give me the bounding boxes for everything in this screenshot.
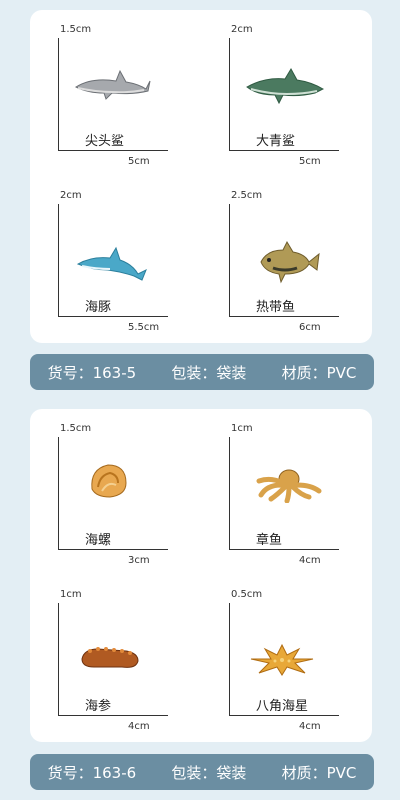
height-axis <box>58 204 59 316</box>
height-axis <box>58 603 59 715</box>
height-label: 0.5cm <box>231 589 263 600</box>
product-card-163-5: 1.5cm 5cm 尖头鲨 2cm 5cm 大青鲨 2cm 5.5cm 海豚 2… <box>30 10 372 343</box>
width-label: 4cm <box>299 721 321 732</box>
dolphin-icon <box>76 246 147 281</box>
height-label: 2cm <box>231 24 253 35</box>
item-blue-shark: 2cm 5cm 大青鲨 <box>201 10 372 176</box>
product-card-163-6: 1.5cm 3cm 海螺 1cm 4cm 章鱼 1cm 4cm 海参 0.5cm… <box>30 409 372 742</box>
item-name: 章鱼 <box>256 533 283 548</box>
item-dolphin: 2cm 5.5cm 海豚 <box>30 176 201 342</box>
height-axis <box>229 204 230 316</box>
item-name: 尖头鲨 <box>85 134 125 149</box>
width-label: 5cm <box>128 156 150 167</box>
width-label: 4cm <box>128 721 150 732</box>
item-tropical-fish: 2.5cm 6cm 热带鱼 <box>201 176 372 342</box>
width-axis <box>58 549 168 550</box>
item-sea-cucumber: 1cm 4cm 海参 <box>30 575 201 741</box>
item-octopus: 1cm 4cm 章鱼 <box>201 409 372 575</box>
height-label: 2.5cm <box>231 190 263 201</box>
height-label: 1cm <box>231 423 253 434</box>
width-axis <box>229 549 339 550</box>
conch-icon <box>91 464 127 498</box>
octopus-icon <box>256 469 322 503</box>
item-name: 大青鲨 <box>256 134 296 149</box>
width-axis <box>229 150 339 151</box>
width-label: 4cm <box>299 555 321 566</box>
height-label: 1.5cm <box>60 24 92 35</box>
height-label: 1cm <box>60 589 82 600</box>
width-axis <box>58 150 168 151</box>
width-axis <box>58 316 168 317</box>
item-conch: 1.5cm 3cm 海螺 <box>30 409 201 575</box>
sea-cucumber-icon <box>81 647 139 668</box>
height-axis <box>58 437 59 549</box>
width-axis <box>229 715 339 716</box>
width-label: 6cm <box>299 322 321 333</box>
item-starfish: 0.5cm 4cm 八角海星 <box>201 575 372 741</box>
material: 材质：PVC <box>281 363 357 382</box>
height-label: 2cm <box>60 190 82 201</box>
material: 材质：PVC <box>281 763 357 782</box>
width-axis <box>229 316 339 317</box>
model-number: 货号：163-6 <box>47 763 137 782</box>
shark-icon <box>74 69 151 100</box>
packaging: 包装：袋装 <box>171 363 247 382</box>
item-name: 海豚 <box>85 300 112 315</box>
width-label: 3cm <box>128 555 150 566</box>
height-label: 1.5cm <box>60 423 92 434</box>
width-axis <box>58 715 168 716</box>
item-name: 海螺 <box>85 533 112 548</box>
shark-icon <box>246 67 325 105</box>
spec-bar-163-6: 货号：163-6 包装：袋装 材质：PVC <box>30 754 374 790</box>
item-sharp-nose-shark: 1.5cm 5cm 尖头鲨 <box>30 10 201 176</box>
height-axis <box>229 38 230 150</box>
model-number: 货号：163-5 <box>47 363 137 382</box>
item-name: 海参 <box>85 699 112 714</box>
fish-icon <box>260 240 320 284</box>
packaging: 包装：袋装 <box>171 763 247 782</box>
spec-bar-163-5: 货号：163-5 包装：袋装 材质：PVC <box>30 354 374 390</box>
height-axis <box>58 38 59 150</box>
width-label: 5.5cm <box>128 322 160 333</box>
width-label: 5cm <box>299 156 321 167</box>
item-name: 八角海星 <box>256 699 309 714</box>
height-axis <box>229 603 230 715</box>
starfish-icon <box>250 643 314 676</box>
item-name: 热带鱼 <box>256 300 296 315</box>
height-axis <box>229 437 230 549</box>
